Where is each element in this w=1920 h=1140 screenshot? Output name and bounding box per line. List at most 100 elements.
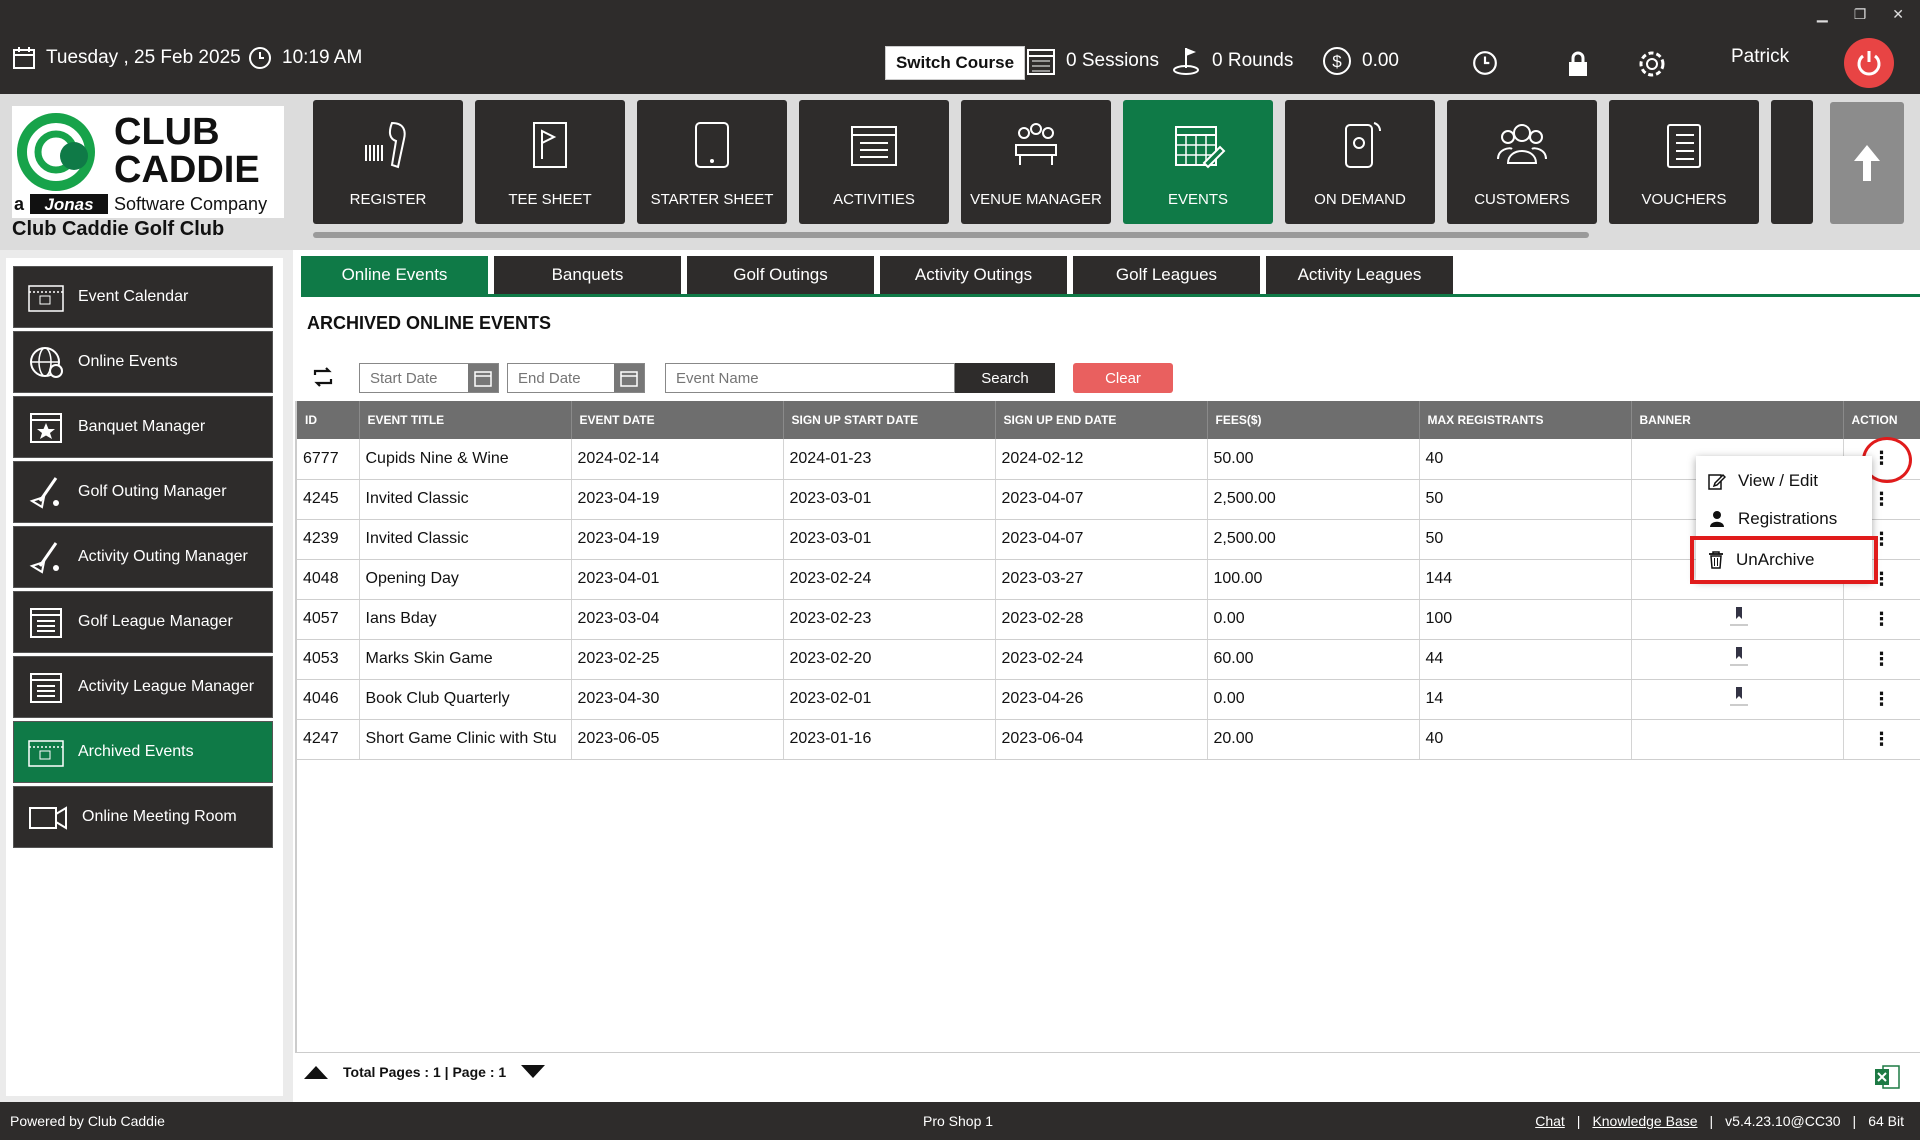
sidebar-item-golf-outing-manager[interactable]: Golf Outing Manager	[13, 461, 273, 523]
column-header-max-registrants[interactable]: MAX REGISTRANTS	[1419, 401, 1632, 439]
banner-thumbnail-icon	[1729, 646, 1748, 665]
sidebar-item-activity-outing-manager[interactable]: Activity Outing Manager	[13, 526, 273, 588]
nav-more-partial[interactable]	[1771, 100, 1813, 224]
lock-button[interactable]	[1566, 50, 1590, 78]
calendar-icon	[620, 371, 638, 387]
cell-event-title: Opening Day	[359, 559, 572, 600]
sidebar-item-label: Golf League Manager	[78, 613, 233, 630]
cell-signup-end: 2023-04-26	[995, 679, 1208, 720]
row-action-menu-button[interactable]: ⋮	[1843, 719, 1920, 760]
sidebar-item-banquet-manager[interactable]: Banquet Manager	[13, 396, 273, 458]
cell-banner	[1631, 679, 1844, 720]
clear-button[interactable]: Clear	[1073, 363, 1173, 393]
nav-tee-sheet[interactable]: TEE SHEET	[475, 100, 625, 224]
nav-starter-sheet[interactable]: STARTER SHEET	[637, 100, 787, 224]
sidebar-item-golf-league-manager[interactable]: Golf League Manager	[13, 591, 273, 653]
nav-scrollbar[interactable]	[313, 232, 1589, 238]
start-date-picker-button[interactable]	[468, 364, 498, 392]
tab-banquets[interactable]: Banquets	[494, 256, 681, 294]
start-date-field[interactable]	[359, 363, 499, 393]
restore-icon[interactable]: ❐	[1854, 6, 1867, 23]
column-header-event-title[interactable]: EVENT TITLE	[359, 401, 572, 439]
column-header-fees[interactable]: FEES($)	[1207, 401, 1420, 439]
menu-item-view-edit[interactable]: View / Edit	[1696, 462, 1872, 500]
tab-golf-leagues[interactable]: Golf Leagues	[1073, 256, 1260, 294]
tab-activity-leagues[interactable]: Activity Leagues	[1266, 256, 1453, 294]
switch-course-button[interactable]: Switch Course	[885, 46, 1025, 80]
page-down-icon[interactable]	[520, 1064, 546, 1080]
sidebar-item-event-calendar[interactable]: Event Calendar	[13, 266, 273, 328]
nav-vouchers[interactable]: VOUCHERS	[1609, 100, 1759, 224]
knowledge-base-link[interactable]: Knowledge Base	[1592, 1113, 1697, 1129]
column-header-id[interactable]: ID	[297, 401, 360, 439]
nav-on-demand[interactable]: ON DEMAND	[1285, 100, 1435, 224]
sidebar-item-online-meeting-room[interactable]: Online Meeting Room	[13, 786, 273, 848]
end-date-picker-button[interactable]	[614, 364, 644, 392]
cell-signup-start: 2023-03-01	[783, 519, 996, 560]
globe-icon	[30, 347, 63, 378]
nav-events[interactable]: EVENTS	[1123, 100, 1273, 224]
minimize-icon[interactable]: ▁	[1817, 6, 1828, 23]
table-header-row: ID EVENT TITLE EVENT DATE SIGN UP START …	[297, 401, 1920, 439]
tab-golf-outings[interactable]: Golf Outings	[687, 256, 874, 294]
column-header-event-date[interactable]: EVENT DATE	[571, 401, 784, 439]
tab-online-events[interactable]: Online Events	[301, 256, 488, 294]
club-name: Club Caddie Golf Club	[12, 218, 225, 240]
nav-register[interactable]: REGISTER	[313, 100, 463, 224]
logo-tagline-jonas: Jonas	[44, 195, 93, 214]
search-button[interactable]: Search	[955, 363, 1055, 393]
cell-signup-start: 2023-02-01	[783, 679, 996, 720]
cell-fees: 60.00	[1207, 639, 1420, 680]
nav-venue-manager[interactable]: VENUE MANAGER	[961, 100, 1111, 224]
nav-activities[interactable]: ACTIVITIES	[799, 100, 949, 224]
sessions-display[interactable]: 0 Sessions	[1026, 46, 1159, 76]
nav-customers[interactable]: CUSTOMERS	[1447, 100, 1597, 224]
arrow-up-icon	[1854, 145, 1880, 181]
settings-button[interactable]	[1636, 48, 1668, 80]
sidebar-item-activity-league-manager[interactable]: Activity League Manager	[13, 656, 273, 718]
edit-icon	[1708, 473, 1726, 490]
row-action-menu-button[interactable]: ⋮	[1843, 599, 1920, 640]
footer-separator: |	[1709, 1113, 1714, 1129]
column-header-action: ACTION	[1843, 401, 1920, 439]
cell-fees: 0.00	[1207, 679, 1420, 720]
sessions-text: 0 Sessions	[1066, 50, 1159, 71]
version-text: v5.4.23.10@CC30	[1725, 1113, 1841, 1129]
balance-display[interactable]: $ 0.00	[1322, 46, 1399, 76]
menu-item-unarchive[interactable]: UnArchive	[1690, 536, 1878, 584]
cell-banner	[1631, 719, 1844, 760]
user-name[interactable]: Patrick	[1731, 46, 1789, 68]
end-date-field[interactable]	[507, 363, 645, 393]
main-panel: Online Events Banquets Golf Outings Acti…	[293, 250, 1920, 1102]
start-date-input[interactable]	[360, 369, 468, 387]
cell-id: 4046	[297, 679, 360, 720]
page-up-icon[interactable]	[303, 1064, 329, 1080]
time-text: 10:19 AM	[282, 47, 363, 68]
logo-tagline-a: a	[14, 194, 25, 214]
sidebar-item-online-events[interactable]: Online Events	[13, 331, 273, 393]
events-table-container: ID EVENT TITLE EVENT DATE SIGN UP START …	[295, 401, 1920, 1053]
nav-events-label: EVENTS	[1167, 191, 1228, 208]
end-date-input[interactable]	[508, 369, 614, 387]
rounds-display[interactable]: 0 Rounds	[1172, 46, 1293, 76]
rounds-text: 0 Rounds	[1212, 50, 1294, 71]
event-name-input[interactable]	[666, 369, 946, 387]
tab-activity-outings[interactable]: Activity Outings	[880, 256, 1067, 294]
cell-banner	[1631, 599, 1844, 640]
chat-link[interactable]: Chat	[1535, 1113, 1565, 1129]
lock-icon	[1569, 51, 1587, 76]
scroll-up-button[interactable]	[1830, 102, 1904, 224]
clock-icon	[1473, 51, 1497, 75]
column-header-signup-end[interactable]: SIGN UP END DATE	[995, 401, 1208, 439]
history-button[interactable]	[1472, 50, 1498, 76]
export-excel-button[interactable]	[1873, 1064, 1901, 1095]
event-name-field[interactable]	[665, 363, 955, 393]
close-icon[interactable]: ✕	[1892, 6, 1904, 23]
refresh-button[interactable]	[311, 365, 335, 394]
sidebar-item-archived-events[interactable]: Archived Events	[13, 721, 273, 783]
menu-item-registrations[interactable]: Registrations	[1696, 500, 1872, 538]
column-header-signup-start[interactable]: SIGN UP START DATE	[783, 401, 996, 439]
row-action-menu-button[interactable]: ⋮	[1843, 679, 1920, 720]
row-action-menu-button[interactable]: ⋮	[1843, 639, 1920, 680]
power-button[interactable]	[1844, 38, 1894, 88]
